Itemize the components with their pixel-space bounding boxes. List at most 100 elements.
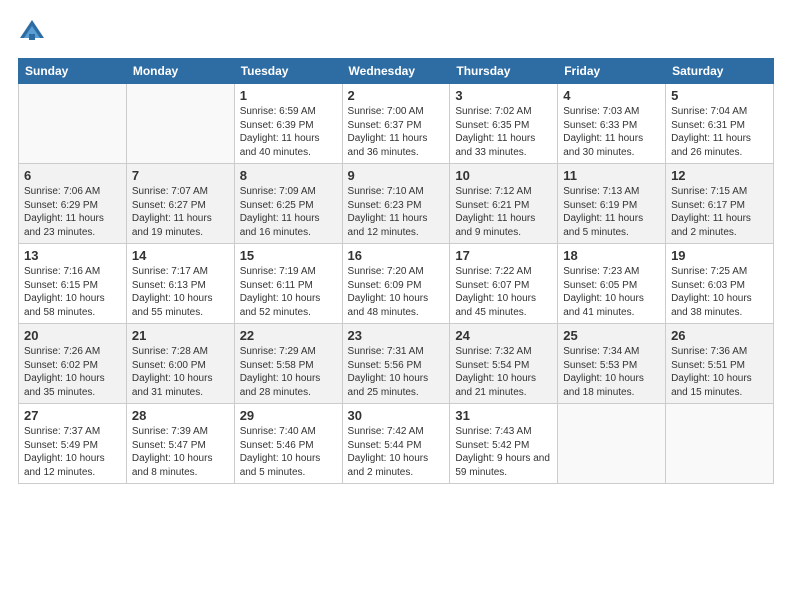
calendar-cell: 12 Sunrise: 7:15 AM Sunset: 6:17 PM Dayli… <box>666 164 774 244</box>
day-info: Sunrise: 7:04 AM Sunset: 6:31 PM Dayligh… <box>671 105 768 159</box>
day-number: 7 <box>132 168 229 183</box>
calendar-cell: 29 Sunrise: 7:40 AM Sunset: 5:46 PM Dayli… <box>234 404 342 484</box>
day-number: 22 <box>240 328 337 343</box>
column-header-thursday: Thursday <box>450 59 558 84</box>
calendar-cell <box>126 84 234 164</box>
day-number: 5 <box>671 88 768 103</box>
calendar-cell: 27 Sunrise: 7:37 AM Sunset: 5:49 PM Dayli… <box>19 404 127 484</box>
day-number: 1 <box>240 88 337 103</box>
calendar-cell: 24 Sunrise: 7:32 AM Sunset: 5:54 PM Dayli… <box>450 324 558 404</box>
calendar-cell: 2 Sunrise: 7:00 AM Sunset: 6:37 PM Daylig… <box>342 84 450 164</box>
day-info: Sunrise: 7:25 AM Sunset: 6:03 PM Dayligh… <box>671 265 768 319</box>
calendar-cell: 22 Sunrise: 7:29 AM Sunset: 5:58 PM Dayli… <box>234 324 342 404</box>
day-number: 15 <box>240 248 337 263</box>
calendar-cell <box>558 404 666 484</box>
column-header-friday: Friday <box>558 59 666 84</box>
column-header-saturday: Saturday <box>666 59 774 84</box>
calendar-cell: 4Sunrise: 7:03 AM Sunset: 6:33 PM Daylig… <box>558 84 666 164</box>
day-number: 29 <box>240 408 337 423</box>
column-header-wednesday: Wednesday <box>342 59 450 84</box>
calendar-cell: 9 Sunrise: 7:10 AM Sunset: 6:23 PM Daylig… <box>342 164 450 244</box>
day-number: 16 <box>348 248 445 263</box>
day-info: Sunrise: 7:20 AM Sunset: 6:09 PM Dayligh… <box>348 265 445 319</box>
day-info: Sunrise: 7:19 AM Sunset: 6:11 PM Dayligh… <box>240 265 337 319</box>
day-info: Sunrise: 7:40 AM Sunset: 5:46 PM Dayligh… <box>240 425 337 479</box>
day-number: 3 <box>455 88 552 103</box>
calendar-cell: 5 Sunrise: 7:04 AM Sunset: 6:31 PM Daylig… <box>666 84 774 164</box>
day-number: 24 <box>455 328 552 343</box>
day-info: Sunrise: 7:06 AM Sunset: 6:29 PM Dayligh… <box>24 185 121 239</box>
day-info: Sunrise: 7:43 AM Sunset: 5:42 PM Dayligh… <box>455 425 552 479</box>
day-info: Sunrise: 7:32 AM Sunset: 5:54 PM Dayligh… <box>455 345 552 399</box>
day-number: 12 <box>671 168 768 183</box>
calendar-cell: 28 Sunrise: 7:39 AM Sunset: 5:47 PM Dayli… <box>126 404 234 484</box>
calendar-cell: 25 Sunrise: 7:34 AM Sunset: 5:53 PM Dayli… <box>558 324 666 404</box>
calendar-cell: 6 Sunrise: 7:06 AM Sunset: 6:29 PM Daylig… <box>19 164 127 244</box>
day-info: Sunrise: 7:23 AM Sunset: 6:05 PM Dayligh… <box>563 265 660 319</box>
day-info: Sunrise: 7:12 AM Sunset: 6:21 PM Dayligh… <box>455 185 552 239</box>
page: SundayMondayTuesdayWednesdayThursdayFrid… <box>0 0 792 494</box>
day-number: 20 <box>24 328 121 343</box>
calendar-table: SundayMondayTuesdayWednesdayThursdayFrid… <box>18 58 774 484</box>
calendar-cell: 17 Sunrise: 7:22 AM Sunset: 6:07 PM Dayli… <box>450 244 558 324</box>
day-number: 18 <box>563 248 660 263</box>
calendar-cell: 13Sunrise: 7:16 AM Sunset: 6:15 PM Dayli… <box>19 244 127 324</box>
calendar-week-row: 1 Sunrise: 6:59 AM Sunset: 6:39 PM Daylig… <box>19 84 774 164</box>
day-number: 8 <box>240 168 337 183</box>
day-number: 26 <box>671 328 768 343</box>
calendar-cell: 1 Sunrise: 6:59 AM Sunset: 6:39 PM Daylig… <box>234 84 342 164</box>
day-info: Sunrise: 7:10 AM Sunset: 6:23 PM Dayligh… <box>348 185 445 239</box>
day-info: Sunrise: 7:03 AM Sunset: 6:33 PM Dayligh… <box>563 105 660 159</box>
calendar-cell: 21Sunrise: 7:28 AM Sunset: 6:00 PM Dayli… <box>126 324 234 404</box>
calendar-cell: 11Sunrise: 7:13 AM Sunset: 6:19 PM Dayli… <box>558 164 666 244</box>
calendar-cell: 20 Sunrise: 7:26 AM Sunset: 6:02 PM Dayli… <box>19 324 127 404</box>
day-number: 13 <box>24 248 121 263</box>
day-number: 17 <box>455 248 552 263</box>
day-info: Sunrise: 7:09 AM Sunset: 6:25 PM Dayligh… <box>240 185 337 239</box>
day-info: Sunrise: 7:15 AM Sunset: 6:17 PM Dayligh… <box>671 185 768 239</box>
day-info: Sunrise: 7:36 AM Sunset: 5:51 PM Dayligh… <box>671 345 768 399</box>
header <box>18 18 774 46</box>
day-info: Sunrise: 7:17 AM Sunset: 6:13 PM Dayligh… <box>132 265 229 319</box>
calendar-cell: 26 Sunrise: 7:36 AM Sunset: 5:51 PM Dayli… <box>666 324 774 404</box>
day-info: Sunrise: 7:34 AM Sunset: 5:53 PM Dayligh… <box>563 345 660 399</box>
day-info: Sunrise: 7:22 AM Sunset: 6:07 PM Dayligh… <box>455 265 552 319</box>
calendar-header-row: SundayMondayTuesdayWednesdayThursdayFrid… <box>19 59 774 84</box>
day-number: 2 <box>348 88 445 103</box>
day-number: 19 <box>671 248 768 263</box>
day-info: Sunrise: 7:26 AM Sunset: 6:02 PM Dayligh… <box>24 345 121 399</box>
column-header-tuesday: Tuesday <box>234 59 342 84</box>
column-header-monday: Monday <box>126 59 234 84</box>
day-number: 30 <box>348 408 445 423</box>
day-number: 9 <box>348 168 445 183</box>
day-number: 10 <box>455 168 552 183</box>
day-info: Sunrise: 7:00 AM Sunset: 6:37 PM Dayligh… <box>348 105 445 159</box>
calendar-week-row: 27 Sunrise: 7:37 AM Sunset: 5:49 PM Dayli… <box>19 404 774 484</box>
day-info: Sunrise: 6:59 AM Sunset: 6:39 PM Dayligh… <box>240 105 337 159</box>
day-number: 28 <box>132 408 229 423</box>
day-info: Sunrise: 7:31 AM Sunset: 5:56 PM Dayligh… <box>348 345 445 399</box>
calendar-cell: 31 Sunrise: 7:43 AM Sunset: 5:42 PM Dayli… <box>450 404 558 484</box>
day-info: Sunrise: 7:07 AM Sunset: 6:27 PM Dayligh… <box>132 185 229 239</box>
calendar-cell: 18 Sunrise: 7:23 AM Sunset: 6:05 PM Dayli… <box>558 244 666 324</box>
column-header-sunday: Sunday <box>19 59 127 84</box>
day-number: 21 <box>132 328 229 343</box>
day-info: Sunrise: 7:42 AM Sunset: 5:44 PM Dayligh… <box>348 425 445 479</box>
calendar-week-row: 20 Sunrise: 7:26 AM Sunset: 6:02 PM Dayli… <box>19 324 774 404</box>
calendar-cell: 15 Sunrise: 7:19 AM Sunset: 6:11 PM Dayli… <box>234 244 342 324</box>
day-info: Sunrise: 7:39 AM Sunset: 5:47 PM Dayligh… <box>132 425 229 479</box>
day-number: 14 <box>132 248 229 263</box>
day-number: 23 <box>348 328 445 343</box>
calendar-week-row: 6 Sunrise: 7:06 AM Sunset: 6:29 PM Daylig… <box>19 164 774 244</box>
day-number: 27 <box>24 408 121 423</box>
calendar-cell: 3 Sunrise: 7:02 AM Sunset: 6:35 PM Daylig… <box>450 84 558 164</box>
day-number: 25 <box>563 328 660 343</box>
day-info: Sunrise: 7:02 AM Sunset: 6:35 PM Dayligh… <box>455 105 552 159</box>
logo <box>18 18 50 46</box>
day-info: Sunrise: 7:29 AM Sunset: 5:58 PM Dayligh… <box>240 345 337 399</box>
day-number: 31 <box>455 408 552 423</box>
day-info: Sunrise: 7:37 AM Sunset: 5:49 PM Dayligh… <box>24 425 121 479</box>
calendar-cell: 8 Sunrise: 7:09 AM Sunset: 6:25 PM Daylig… <box>234 164 342 244</box>
day-number: 6 <box>24 168 121 183</box>
calendar-week-row: 13Sunrise: 7:16 AM Sunset: 6:15 PM Dayli… <box>19 244 774 324</box>
